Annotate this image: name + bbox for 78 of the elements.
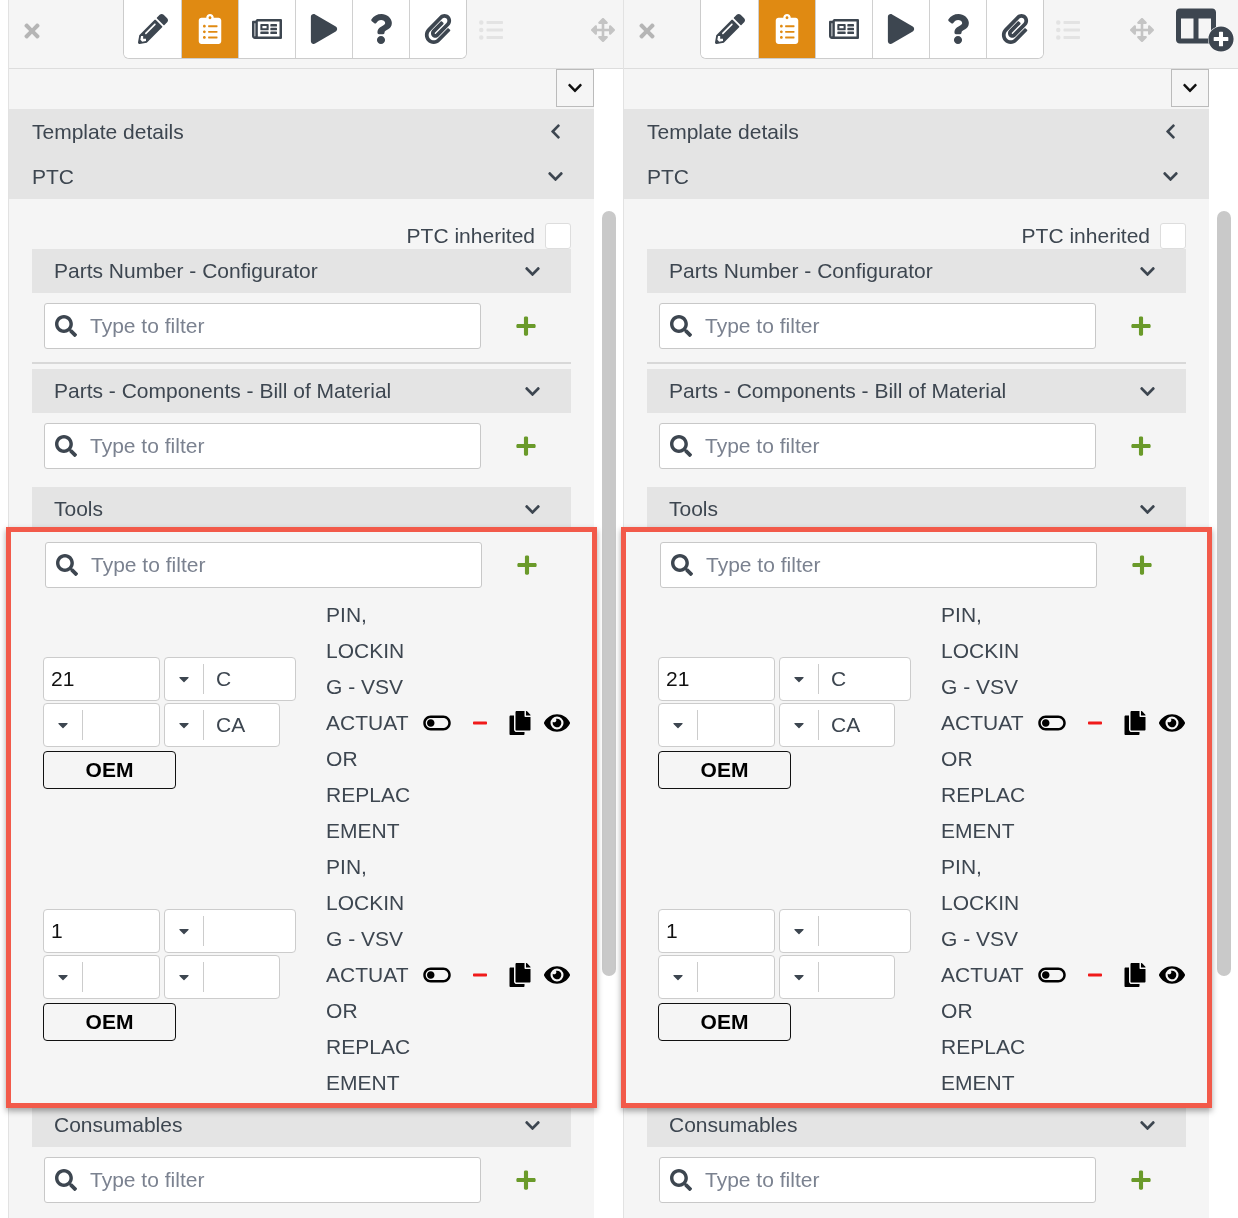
search-icon <box>56 554 78 576</box>
add-icon[interactable] <box>1130 1169 1152 1191</box>
inherited-checkbox[interactable] <box>545 223 571 249</box>
search-icon <box>670 435 692 457</box>
select-field[interactable] <box>779 909 911 953</box>
pencil-icon <box>137 14 168 44</box>
copy-icon[interactable] <box>1123 711 1147 735</box>
search-icon <box>55 315 77 337</box>
copy-icon[interactable] <box>508 963 532 987</box>
select-field[interactable]: CA <box>164 703 280 747</box>
inherited-label: PTC inherited <box>406 224 535 248</box>
search-icon <box>55 435 77 457</box>
filter-field[interactable]: Type to filter <box>44 1157 481 1203</box>
quantity-field[interactable]: 1 <box>658 909 775 953</box>
add-icon[interactable] <box>1130 315 1152 337</box>
select-field[interactable] <box>779 955 895 999</box>
select-field[interactable] <box>658 955 775 999</box>
add-icon[interactable] <box>515 1169 537 1191</box>
select-field[interactable] <box>164 909 296 953</box>
select-field[interactable]: C <box>779 657 911 701</box>
filter-field[interactable]: Type to filter <box>44 303 481 349</box>
inherited-label: PTC inherited <box>1021 224 1150 248</box>
add-icon[interactable] <box>516 554 538 576</box>
scrollbar-thumb[interactable] <box>1216 211 1231 976</box>
quantity-field[interactable]: 1 <box>43 909 160 953</box>
select-field[interactable] <box>658 703 775 747</box>
toolbar-button[interactable] <box>409 0 466 58</box>
dropdown-button[interactable] <box>1171 69 1209 107</box>
paperclip-icon <box>423 14 453 44</box>
add-panel-button[interactable] <box>1176 6 1234 52</box>
paperclip-icon <box>1000 14 1030 44</box>
quantity-field[interactable]: 21 <box>658 657 775 701</box>
inherited-checkbox[interactable] <box>1160 223 1186 249</box>
oem-button[interactable]: OEM <box>658 1003 791 1041</box>
description-text: PIN, LOCKIN G - VSV ACTUAT OR REPLAC EMENT <box>326 854 412 1096</box>
search-icon <box>670 1169 692 1191</box>
select-field[interactable]: C <box>164 657 296 701</box>
toolbar-button[interactable] <box>986 0 1043 58</box>
group-header[interactable]: Parts Number - Configurator <box>647 249 1186 293</box>
dropdown-button[interactable] <box>556 69 594 107</box>
oem-button[interactable]: OEM <box>43 1003 176 1041</box>
columns-icon <box>1176 6 1216 46</box>
section-header[interactable]: PTC <box>624 154 1209 199</box>
select-field[interactable] <box>43 955 160 999</box>
search-icon <box>670 315 692 337</box>
select-field[interactable]: CA <box>779 703 895 747</box>
group-header[interactable]: Parts - Components - Bill of Material <box>32 369 571 413</box>
quantity-field[interactable]: 21 <box>43 657 160 701</box>
play-icon <box>309 14 339 44</box>
select-field[interactable] <box>43 703 160 747</box>
filter-field[interactable]: Type to filter <box>659 303 1096 349</box>
group-header[interactable]: Parts - Components - Bill of Material <box>647 369 1186 413</box>
add-icon[interactable] <box>1131 554 1153 576</box>
pencil-icon <box>714 14 745 44</box>
copy-icon[interactable] <box>1123 963 1147 987</box>
oem-button[interactable]: OEM <box>43 751 176 789</box>
description-text: PIN, LOCKIN G - VSV ACTUAT OR REPLAC EMENT <box>941 854 1027 1096</box>
add-icon[interactable] <box>515 435 537 457</box>
filter-field[interactable]: Type to filter <box>44 423 481 469</box>
search-icon <box>671 554 693 576</box>
description-text: PIN, LOCKIN G - VSV ACTUAT OR REPLAC EMENT <box>941 602 1027 844</box>
filter-field[interactable]: Type to filter <box>45 542 482 588</box>
filter-field[interactable]: Type to filter <box>660 542 1097 588</box>
play-icon <box>886 14 916 44</box>
add-icon[interactable] <box>1130 435 1152 457</box>
search-icon <box>55 1169 77 1191</box>
scrollbar-thumb[interactable] <box>601 211 616 976</box>
oem-button[interactable]: OEM <box>658 751 791 789</box>
section-header[interactable]: Template details <box>9 109 594 154</box>
description-text: PIN, LOCKIN G - VSV ACTUAT OR REPLAC EMENT <box>326 602 412 844</box>
add-icon[interactable] <box>515 315 537 337</box>
filter-field[interactable]: Type to filter <box>659 1157 1096 1203</box>
copy-icon[interactable] <box>508 711 532 735</box>
select-field[interactable] <box>164 955 280 999</box>
group-header[interactable]: Parts Number - Configurator <box>32 249 571 293</box>
filter-field[interactable]: Type to filter <box>659 423 1096 469</box>
section-header[interactable]: PTC <box>9 154 594 199</box>
section-header[interactable]: Template details <box>624 109 1209 154</box>
